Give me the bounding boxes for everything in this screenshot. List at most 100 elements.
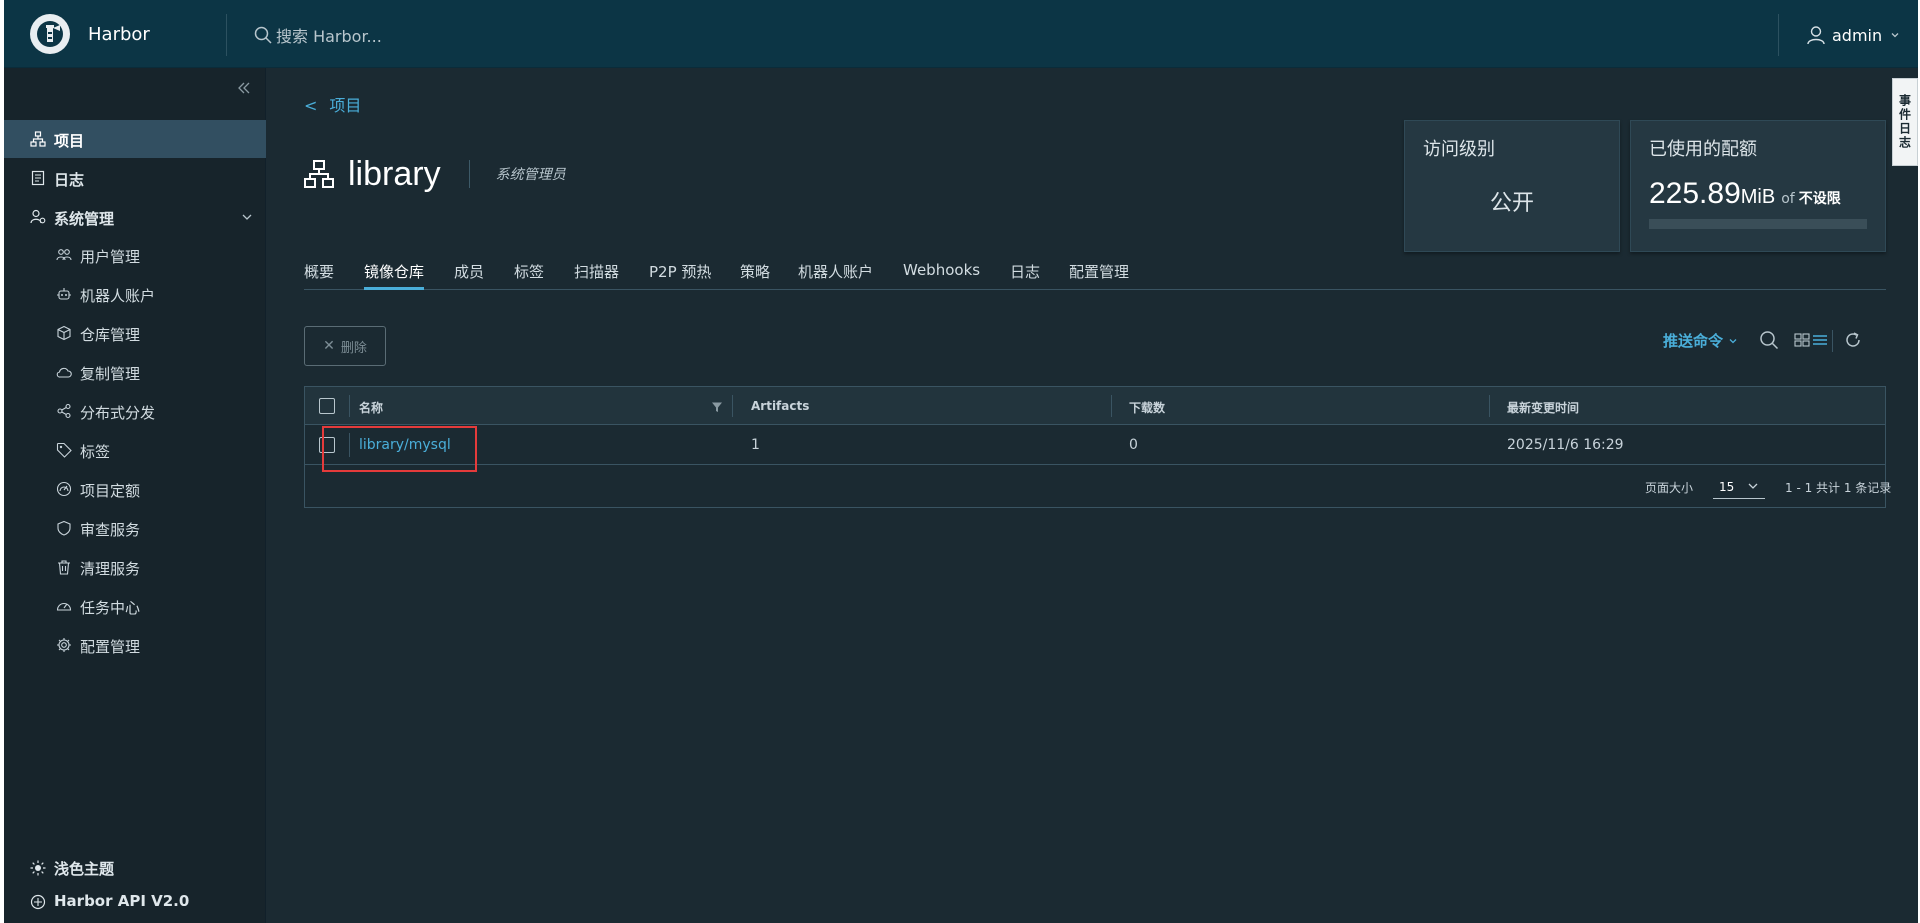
push-command-label: 推送命令 (1663, 332, 1724, 350)
tab-summary[interactable]: 概要 (304, 261, 334, 290)
event-log-tab[interactable]: 事件日志 (1892, 78, 1918, 166)
quota-unit: MiB (1740, 186, 1776, 208)
sidebar-item-config[interactable]: 配置管理 (4, 627, 266, 663)
sidebar-item-label: 仓库管理 (80, 326, 141, 344)
admin-icon (30, 209, 46, 224)
tab-labels[interactable]: 标签 (514, 261, 544, 290)
quota-of: of (1781, 191, 1795, 207)
sidebar-item-distribution[interactable]: 分布式分发 (4, 393, 266, 429)
search-icon[interactable] (1759, 330, 1779, 350)
sidebar-item-label: 用户管理 (80, 248, 141, 266)
user-icon (1807, 26, 1825, 45)
tab-logs[interactable]: 日志 (1010, 261, 1040, 290)
share-icon (57, 403, 71, 419)
list-view-icon[interactable] (1812, 333, 1828, 347)
robot-icon (57, 288, 71, 300)
quota-limit: 不设限 (1798, 191, 1841, 207)
column-header-downloads[interactable]: 下载数 (1129, 399, 1165, 416)
column-separator (1489, 395, 1490, 417)
collapse-sidebar-icon[interactable] (234, 78, 254, 98)
breadcrumb-back-icon: < (304, 96, 318, 115)
sidebar: 项目 日志 系统管理 用户管理 机器人账户 仓库管理 复制管理 分布式分发 标签… (4, 68, 266, 923)
tab-robot-accounts[interactable]: 机器人账户 (798, 261, 873, 290)
sidebar-item-label: 标签 (80, 443, 111, 461)
page-size-select[interactable]: 15 (1713, 473, 1765, 499)
search-icon (254, 26, 272, 44)
filter-icon[interactable] (711, 401, 723, 413)
sidebar-item-label: 清理服务 (80, 560, 141, 578)
api-icon (30, 894, 46, 910)
repository-table: 名称 Artifacts 下载数 最新变更时间 library/mysql 1 … (304, 386, 1891, 508)
column-separator (349, 395, 350, 417)
sidebar-item-gc[interactable]: 清理服务 (4, 549, 266, 585)
brand-name: Harbor (88, 23, 150, 45)
chevron-down-icon (242, 214, 252, 220)
select-all-checkbox[interactable] (319, 398, 335, 414)
access-level-value: 公开 (1489, 191, 1534, 216)
table-row[interactable]: library/mysql 1 0 2025/11/6 16:29 (305, 425, 1885, 465)
sidebar-item-label: 日志 (54, 171, 85, 189)
tab-members[interactable]: 成员 (454, 261, 484, 290)
updated-time: 2025/11/6 16:29 (1507, 437, 1624, 453)
users-icon (56, 249, 72, 261)
brand[interactable]: Harbor (30, 14, 150, 54)
sidebar-item-registries[interactable]: 仓库管理 (4, 315, 266, 351)
project-name: library (348, 154, 441, 193)
column-separator (1111, 395, 1112, 417)
project-role: 系统管理员 (495, 167, 566, 183)
sidebar-item-replications[interactable]: 复制管理 (4, 354, 266, 390)
project-icon (304, 160, 334, 188)
tag-icon (56, 442, 72, 458)
push-command-dropdown[interactable]: 推送命令 (1663, 330, 1738, 351)
user-menu[interactable]: admin (1806, 22, 1900, 48)
tab-repositories[interactable]: 镜像仓库 (364, 261, 425, 290)
toolbar-divider (1832, 330, 1833, 352)
column-header-name[interactable]: 名称 (359, 399, 383, 416)
tab-p2p-preheat[interactable]: P2P 预热 (649, 261, 711, 290)
sidebar-item-label: 配置管理 (80, 638, 141, 656)
log-icon (31, 170, 45, 186)
page-size-value: 15 (1719, 480, 1735, 494)
tab-scanner[interactable]: 扫描器 (574, 261, 619, 290)
sidebar-item-admin[interactable]: 系统管理 (4, 198, 266, 236)
quota-card: 已使用的配额 225.89MiB of 不设限 (1630, 120, 1886, 252)
theme-toggle[interactable]: 浅色主题 (4, 852, 266, 884)
delete-button[interactable]: ✕ 删除 (304, 326, 386, 366)
page-title: library 系统管理员 (304, 152, 566, 196)
sidebar-item-label: 机器人账户 (80, 287, 156, 305)
sidebar-item-label: 项目定额 (80, 482, 141, 500)
cube-icon (57, 325, 71, 341)
sidebar-item-logs[interactable]: 日志 (4, 159, 266, 197)
highlight-box (322, 426, 477, 472)
user-name: admin (1832, 25, 1883, 45)
tab-webhooks[interactable]: Webhooks (903, 261, 980, 290)
card-view-icon[interactable] (1794, 333, 1810, 347)
gear-icon (57, 638, 71, 652)
sidebar-item-projects[interactable]: 项目 (4, 120, 266, 158)
sidebar-item-label: 复制管理 (80, 365, 141, 383)
chevron-down-icon (1748, 483, 1758, 489)
global-search[interactable]: 搜索 Harbor... (254, 22, 382, 48)
sidebar-item-quotas[interactable]: 项目定额 (4, 471, 266, 507)
tab-configuration[interactable]: 配置管理 (1069, 261, 1129, 290)
header-divider (226, 14, 227, 56)
event-log-label: 事件日志 (1897, 94, 1912, 150)
refresh-icon[interactable] (1844, 331, 1862, 349)
sidebar-item-interrogation[interactable]: 审查服务 (4, 510, 266, 546)
sidebar-item-users[interactable]: 用户管理 (4, 237, 266, 273)
tab-policy[interactable]: 策略 (740, 261, 770, 290)
pagination-summary: 1 - 1 共计 1 条记录 (1785, 481, 1892, 495)
column-header-updated[interactable]: 最新变更时间 (1507, 399, 1579, 416)
download-count: 0 (1129, 437, 1138, 453)
sidebar-item-label: 系统管理 (54, 210, 115, 228)
quota-progress-bar (1649, 219, 1867, 229)
sidebar-item-robots[interactable]: 机器人账户 (4, 276, 266, 312)
api-link[interactable]: Harbor API V2.0 (4, 886, 266, 918)
breadcrumb[interactable]: < 项目 (304, 92, 361, 116)
sidebar-item-jobs[interactable]: 任务中心 (4, 588, 266, 624)
column-header-artifacts[interactable]: Artifacts (751, 399, 809, 413)
sidebar-item-labels[interactable]: 标签 (4, 432, 266, 468)
sun-icon (30, 860, 46, 876)
quota-usage: 225.89MiB of 不设限 (1649, 177, 1841, 211)
sidebar-item-label: 任务中心 (80, 599, 141, 617)
